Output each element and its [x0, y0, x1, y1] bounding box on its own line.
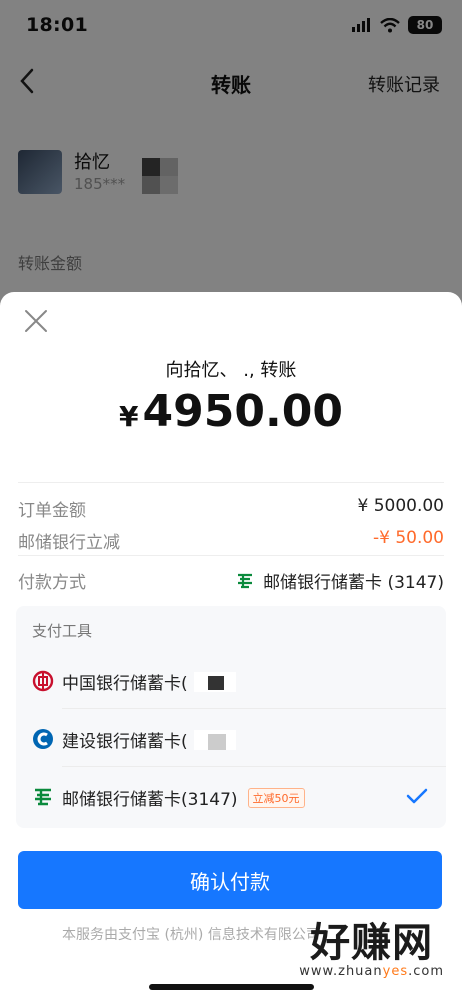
- divider: [18, 482, 444, 483]
- divider: [62, 708, 446, 709]
- promo-tag: 立减50元: [247, 787, 305, 808]
- redacted-mosaic: [193, 729, 236, 750]
- tool-name: 中国银行储蓄卡(: [62, 669, 236, 694]
- boc-icon: [32, 670, 54, 692]
- order-amount-row: 订单金额 ¥ 5000.00: [18, 496, 444, 524]
- tool-row-psbc[interactable]: 邮储银行储蓄卡(3147) 立减50元: [16, 768, 446, 824]
- amount-value: 4950.00: [142, 386, 343, 437]
- payment-method-value: 邮储银行储蓄卡 (3147): [235, 568, 444, 593]
- divider: [62, 766, 446, 767]
- payment-method-label: 付款方式: [18, 573, 86, 593]
- pay-amount: ¥4950.00: [0, 386, 462, 437]
- order-amount-label: 订单金额: [18, 501, 86, 521]
- tool-label: 中国银行储蓄卡(: [62, 674, 188, 694]
- payment-sheet: 向拾忆、 ., 转账 ¥4950.00 订单金额 ¥ 5000.00 邮储银行立…: [0, 292, 462, 1000]
- tool-row-ccb[interactable]: 建设银行储蓄卡(: [16, 710, 446, 766]
- psbc-icon: [35, 788, 51, 806]
- discount-row: 邮储银行立减 -¥ 50.00: [18, 528, 444, 556]
- site-watermark: 好赚网 www.zhuanyes.com: [299, 910, 444, 979]
- watermark-url-highlight: yes: [382, 964, 409, 979]
- service-provider-note: 本服务由支付宝 (杭州) 信息技术有限公司: [62, 927, 320, 943]
- discount-value: -¥ 50.00: [372, 528, 444, 548]
- tool-name: 建设银行储蓄卡(: [62, 727, 236, 752]
- check-icon: [406, 788, 428, 804]
- tool-row-boc[interactable]: 中国银行储蓄卡(: [16, 652, 446, 708]
- tool-name: 邮储银行储蓄卡(3147) 立减50元: [62, 785, 305, 810]
- payment-tools-panel: 支付工具 中国银行储蓄卡( 建设银行储蓄卡(邮储银行储蓄卡(3147) 立减5…: [16, 606, 446, 828]
- watermark-url-suffix: .com: [408, 964, 444, 979]
- psbc-icon: [238, 573, 253, 588]
- payment-tools-title: 支付工具: [32, 622, 93, 640]
- watermark-url-prefix: www.zhuan: [299, 964, 383, 979]
- close-icon[interactable]: [24, 309, 48, 333]
- payment-method-text: 邮储银行储蓄卡 (3147): [263, 573, 444, 593]
- tool-label: 建设银行储蓄卡(: [62, 732, 188, 752]
- tool-label: 邮储银行储蓄卡(3147): [62, 790, 238, 810]
- watermark-url: www.zhuanyes.com: [299, 964, 444, 979]
- payment-method-row[interactable]: 付款方式 邮储银行储蓄卡 (3147): [18, 568, 444, 596]
- discount-label: 邮储银行立减: [18, 533, 120, 553]
- order-amount-value: ¥ 5000.00: [357, 496, 444, 516]
- ccb-icon: [33, 729, 53, 749]
- pay-to-text: 向拾忆、 ., 转账: [165, 360, 297, 381]
- divider: [18, 555, 444, 556]
- watermark-logo: 好赚网: [310, 920, 434, 966]
- currency-symbol: ¥: [119, 400, 139, 433]
- home-indicator[interactable]: [149, 984, 314, 990]
- confirm-payment-button[interactable]: 确认付款: [18, 851, 442, 909]
- redacted-mosaic: [193, 671, 236, 692]
